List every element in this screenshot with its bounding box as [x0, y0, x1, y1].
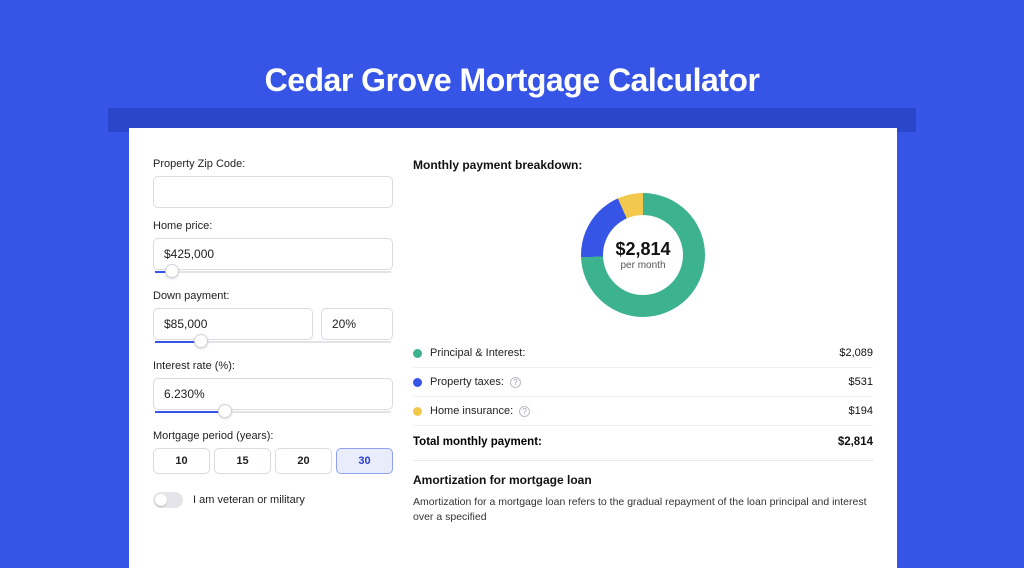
legend-label: Home insurance:?	[430, 405, 849, 417]
legend-row: Property taxes:?$531	[413, 367, 873, 396]
down-payment-slider[interactable]	[153, 338, 393, 348]
legend-value: $194	[849, 405, 873, 417]
veteran-label: I am veteran or military	[193, 494, 305, 506]
donut-sub: per month	[413, 260, 873, 271]
breakdown-legend: Principal & Interest:$2,089Property taxe…	[413, 338, 873, 425]
legend-dot-icon	[413, 349, 422, 358]
interest-rate-group: Interest rate (%):	[153, 360, 393, 418]
period-group: Mortgage period (years): 10152030	[153, 430, 393, 474]
amortization-body: Amortization for a mortgage loan refers …	[413, 495, 873, 524]
interest-rate-slider[interactable]	[153, 408, 393, 418]
home-price-label: Home price:	[153, 220, 393, 232]
veteran-row: I am veteran or military	[153, 492, 393, 508]
home-price-input[interactable]	[153, 238, 393, 270]
down-payment-label: Down payment:	[153, 290, 393, 302]
zip-group: Property Zip Code:	[153, 158, 393, 208]
breakdown-title: Monthly payment breakdown:	[413, 158, 873, 172]
amortization-block: Amortization for mortgage loan Amortizat…	[413, 460, 873, 524]
period-label: Mortgage period (years):	[153, 430, 393, 442]
legend-dot-icon	[413, 378, 422, 387]
total-value: $2,814	[838, 436, 873, 448]
legend-value: $531	[849, 376, 873, 388]
home-price-group: Home price:	[153, 220, 393, 278]
period-option-20[interactable]: 20	[275, 448, 332, 474]
down-payment-group: Down payment:	[153, 290, 393, 348]
legend-row: Home insurance:?$194	[413, 396, 873, 425]
info-icon[interactable]: ?	[510, 377, 521, 388]
period-option-30[interactable]: 30	[336, 448, 393, 474]
legend-row: Principal & Interest:$2,089	[413, 338, 873, 367]
legend-label: Principal & Interest:	[430, 347, 839, 359]
calculator-card: Property Zip Code: Home price: Down paym…	[129, 128, 897, 568]
period-option-10[interactable]: 10	[153, 448, 210, 474]
down-payment-percent-input[interactable]	[321, 308, 393, 340]
zip-label: Property Zip Code:	[153, 158, 393, 170]
total-row: Total monthly payment: $2,814	[413, 425, 873, 460]
total-label: Total monthly payment:	[413, 436, 838, 448]
page-title: Cedar Grove Mortgage Calculator	[0, 0, 1024, 123]
veteran-toggle[interactable]	[153, 492, 183, 508]
interest-rate-label: Interest rate (%):	[153, 360, 393, 372]
down-payment-amount-input[interactable]	[153, 308, 313, 340]
donut-amount: $2,814	[413, 239, 873, 260]
legend-value: $2,089	[839, 347, 873, 359]
home-price-slider[interactable]	[153, 268, 393, 278]
period-options: 10152030	[153, 448, 393, 474]
amortization-title: Amortization for mortgage loan	[413, 473, 873, 487]
legend-label: Property taxes:?	[430, 376, 849, 388]
interest-rate-input[interactable]	[153, 378, 393, 410]
period-option-15[interactable]: 15	[214, 448, 271, 474]
input-column: Property Zip Code: Home price: Down paym…	[153, 158, 393, 552]
info-icon[interactable]: ?	[519, 406, 530, 417]
zip-input[interactable]	[153, 176, 393, 208]
breakdown-column: Monthly payment breakdown: $2,814 per mo…	[413, 158, 873, 552]
donut-chart: $2,814 per month	[413, 180, 873, 330]
legend-dot-icon	[413, 407, 422, 416]
